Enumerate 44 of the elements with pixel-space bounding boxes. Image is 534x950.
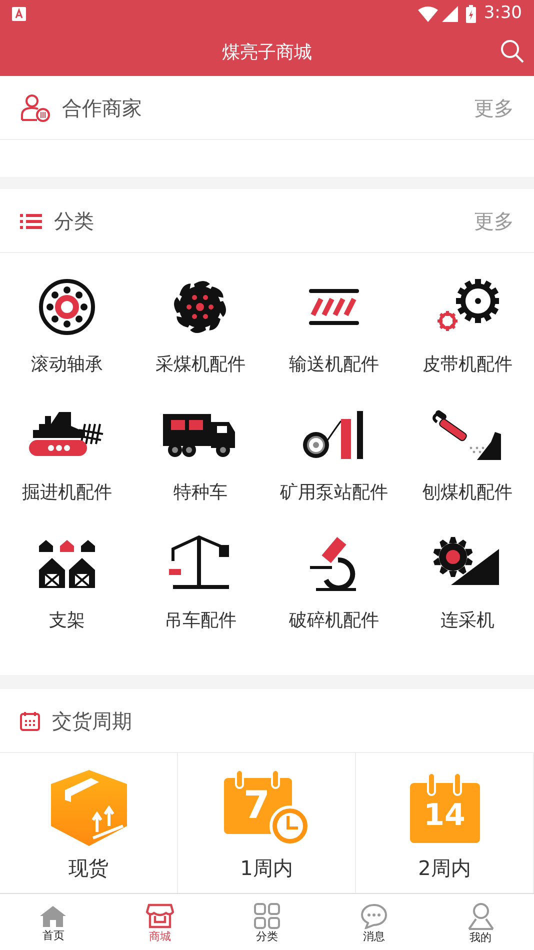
signal-icon <box>442 6 458 22</box>
nav-tab[interactable]: 商城 <box>106 894 214 950</box>
grid-icon <box>254 902 280 929</box>
conveyor-icon <box>306 287 361 327</box>
category-item[interactable]: 破碎机配件 <box>267 529 400 657</box>
nav-tab[interactable]: 我的 <box>427 894 534 950</box>
notification-icon <box>12 7 26 21</box>
category-item[interactable]: 皮带机配件 <box>400 273 534 401</box>
calendar-number: 7 <box>244 786 270 824</box>
search-button[interactable] <box>500 39 524 63</box>
section-title: 分类 <box>54 208 94 234</box>
warehouses-icon <box>38 538 96 588</box>
store-icon <box>146 902 174 929</box>
bearing-icon <box>38 278 96 336</box>
category-item[interactable]: 矿用泵站配件 <box>267 401 400 529</box>
nav-tab[interactable]: 消息 <box>320 894 428 950</box>
calendar-small-icon <box>20 710 40 730</box>
calendar-icon <box>408 771 482 845</box>
wifi-icon <box>418 6 438 22</box>
crane-icon <box>169 535 232 591</box>
category-item[interactable]: 输送机配件 <box>267 273 400 401</box>
chat-icon <box>360 902 388 929</box>
section-title: 合作商家 <box>62 94 142 122</box>
list-icon <box>20 212 42 228</box>
person-icon <box>468 902 494 930</box>
nav-tab[interactable]: 首页 <box>0 894 107 950</box>
category-item[interactable]: 采煤机配件 <box>134 273 267 401</box>
status-time: 3:30 <box>484 2 522 26</box>
supplier-person-icon <box>20 94 50 122</box>
category-item[interactable]: 刨煤机配件 <box>400 401 534 529</box>
app-title: 煤亮子商城 <box>222 40 312 64</box>
category-item[interactable]: 吊车配件 <box>134 529 267 657</box>
battery-icon <box>466 5 476 23</box>
category-item[interactable]: 支架 <box>0 529 134 657</box>
category-item[interactable]: 滚动轴承 <box>0 273 134 401</box>
category-item[interactable]: 掘进机配件 <box>0 401 134 529</box>
calendar-number: 14 <box>422 801 466 831</box>
nav-tab[interactable]: 分类 <box>214 894 320 950</box>
section-title: 交货周期 <box>52 708 132 734</box>
category-item[interactable]: 连采机 <box>400 529 534 657</box>
category-item[interactable]: 特种车 <box>134 401 267 529</box>
search-icon <box>500 39 524 63</box>
home-icon <box>39 904 68 928</box>
truck-icon <box>163 412 238 458</box>
